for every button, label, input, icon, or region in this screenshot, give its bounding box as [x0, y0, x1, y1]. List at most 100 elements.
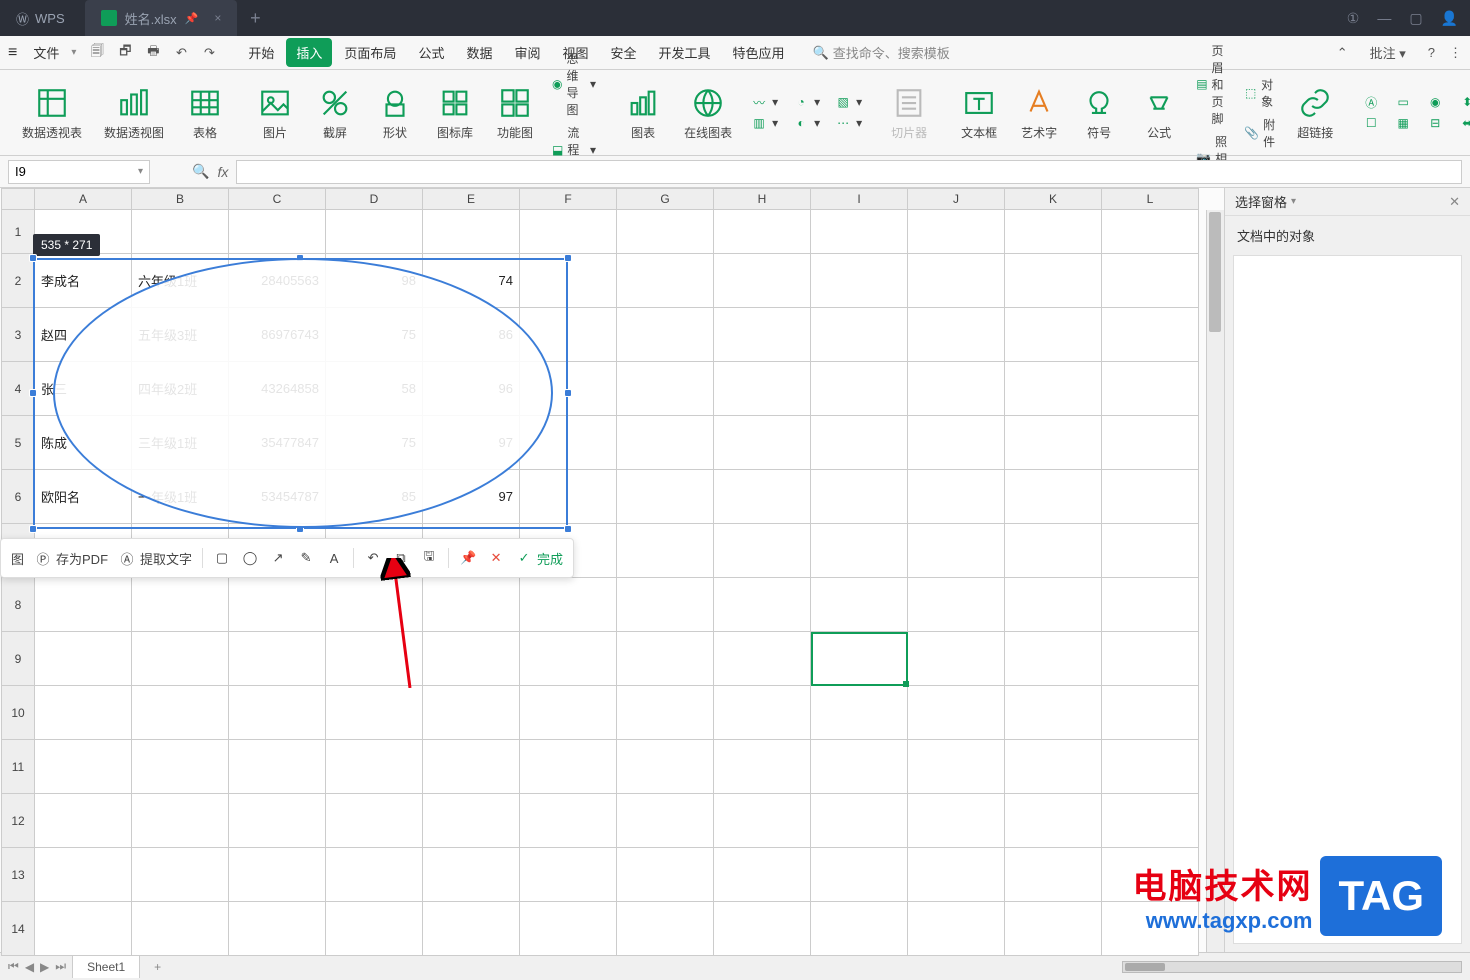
mindmap-button[interactable]: ◉思维导图 ▾: [552, 50, 596, 118]
shot-copy-button[interactable]: ⧉: [392, 549, 410, 567]
cell-I12[interactable]: [811, 794, 908, 848]
sparkline-other-button[interactable]: ◐▾: [792, 114, 820, 132]
row-header-5[interactable]: 5: [1, 416, 35, 470]
form-control-6[interactable]: ⊟: [1426, 114, 1444, 132]
minimize-icon[interactable]: —: [1377, 10, 1391, 27]
shot-save-button[interactable]: 🖫: [420, 549, 438, 567]
shot-handle-w[interactable]: [29, 389, 37, 397]
shot-rect-tool[interactable]: ▢: [213, 549, 231, 567]
cell-I1[interactable]: [811, 210, 908, 254]
cell-G12[interactable]: [617, 794, 714, 848]
cell-E12[interactable]: [423, 794, 520, 848]
shot-handle-ne[interactable]: [564, 254, 572, 262]
shot-handle-nw[interactable]: [29, 254, 37, 262]
cell-L1[interactable]: [1102, 210, 1199, 254]
cell-I3[interactable]: [811, 308, 908, 362]
undo-icon[interactable]: ↶: [172, 44, 190, 62]
cell-F1[interactable]: [520, 210, 617, 254]
tab-home[interactable]: 开始: [238, 38, 284, 67]
online-chart-button[interactable]: 在线图表: [674, 84, 742, 141]
cell-I14[interactable]: [811, 902, 908, 956]
cell-G3[interactable]: [617, 308, 714, 362]
cell-H9[interactable]: [714, 632, 811, 686]
column-header-H[interactable]: H: [714, 188, 811, 210]
cell-D10[interactable]: [326, 686, 423, 740]
print-icon[interactable]: 🖶: [144, 44, 162, 62]
sheet-nav-first-icon[interactable]: ⏮: [8, 959, 19, 974]
smartart-button[interactable]: 功能图: [486, 84, 544, 141]
cell-L7[interactable]: [1102, 524, 1199, 578]
sparkline-line-button[interactable]: 〰▾: [750, 93, 778, 111]
cell-K8[interactable]: [1005, 578, 1102, 632]
maximize-icon[interactable]: ▢: [1409, 10, 1422, 27]
cell-I4[interactable]: [811, 362, 908, 416]
cell-F13[interactable]: [520, 848, 617, 902]
row-header-9[interactable]: 9: [1, 632, 35, 686]
cell-L12[interactable]: [1102, 794, 1199, 848]
hscroll-thumb[interactable]: [1125, 963, 1165, 971]
column-header-F[interactable]: F: [520, 188, 617, 210]
cell-H7[interactable]: [714, 524, 811, 578]
cell-G4[interactable]: [617, 362, 714, 416]
cell-A14[interactable]: [35, 902, 132, 956]
cell-L8[interactable]: [1102, 578, 1199, 632]
row-header-8[interactable]: 8: [1, 578, 35, 632]
cell-K2[interactable]: [1005, 254, 1102, 308]
cell-B9[interactable]: [132, 632, 229, 686]
tab-developer[interactable]: 开发工具: [649, 38, 721, 67]
tab-data[interactable]: 数据: [456, 38, 502, 67]
cell-C10[interactable]: [229, 686, 326, 740]
cell-J4[interactable]: [908, 362, 1005, 416]
cell-C13[interactable]: [229, 848, 326, 902]
cell-D14[interactable]: [326, 902, 423, 956]
notes-button[interactable]: 批注 ▾: [1362, 40, 1414, 65]
cell-J5[interactable]: [908, 416, 1005, 470]
sparkline-more-button[interactable]: ⋯▾: [834, 114, 862, 132]
cell-G7[interactable]: [617, 524, 714, 578]
sheet-nav-last-icon[interactable]: ⏭: [55, 959, 66, 974]
hyperlink-button[interactable]: 超链接: [1286, 84, 1344, 141]
cell-B11[interactable]: [132, 740, 229, 794]
cell-G6[interactable]: [617, 470, 714, 524]
cell-E13[interactable]: [423, 848, 520, 902]
cell-B12[interactable]: [132, 794, 229, 848]
cell-A10[interactable]: [35, 686, 132, 740]
zoom-icon[interactable]: 🔍: [192, 163, 209, 180]
tab-formulas[interactable]: 公式: [408, 38, 454, 67]
cell-C14[interactable]: [229, 902, 326, 956]
shot-cancel-button[interactable]: ✕: [487, 549, 505, 567]
cell-F12[interactable]: [520, 794, 617, 848]
sparkline-bar-button[interactable]: ▥▾: [750, 114, 778, 132]
attachment-button[interactable]: 📎附件: [1244, 116, 1278, 150]
cell-B13[interactable]: [132, 848, 229, 902]
sheet-nav-next-icon[interactable]: ▶: [40, 960, 49, 974]
column-header-A[interactable]: A: [35, 188, 132, 210]
cell-L6[interactable]: [1102, 470, 1199, 524]
cell-G8[interactable]: [617, 578, 714, 632]
cell-E10[interactable]: [423, 686, 520, 740]
cell-A8[interactable]: [35, 578, 132, 632]
row-header-1[interactable]: 1: [1, 210, 35, 254]
command-search[interactable]: 🔍 查找命令、搜索模板: [813, 43, 950, 62]
chart-button[interactable]: 图表: [614, 84, 672, 141]
cell-A12[interactable]: [35, 794, 132, 848]
row-header-12[interactable]: 12: [1, 794, 35, 848]
pivot-chart-button[interactable]: 数据透视图: [94, 84, 174, 141]
sparkline-area-button[interactable]: ▧▾: [834, 93, 862, 111]
column-header-J[interactable]: J: [908, 188, 1005, 210]
cell-H6[interactable]: [714, 470, 811, 524]
cell-J2[interactable]: [908, 254, 1005, 308]
cell-G2[interactable]: [617, 254, 714, 308]
picture-button[interactable]: 图片: [246, 84, 304, 141]
cell-I11[interactable]: [811, 740, 908, 794]
cell-F10[interactable]: [520, 686, 617, 740]
column-header-B[interactable]: B: [132, 188, 229, 210]
tab-security[interactable]: 安全: [601, 38, 647, 67]
cell-F11[interactable]: [520, 740, 617, 794]
cell-J10[interactable]: [908, 686, 1005, 740]
column-header-G[interactable]: G: [617, 188, 714, 210]
row-header-14[interactable]: 14: [1, 902, 35, 956]
form-control-1[interactable]: Ⓐ: [1362, 93, 1380, 111]
shot-ellipse-tool[interactable]: ◯: [241, 549, 259, 567]
form-control-8[interactable]: ⬌: [1458, 114, 1470, 132]
